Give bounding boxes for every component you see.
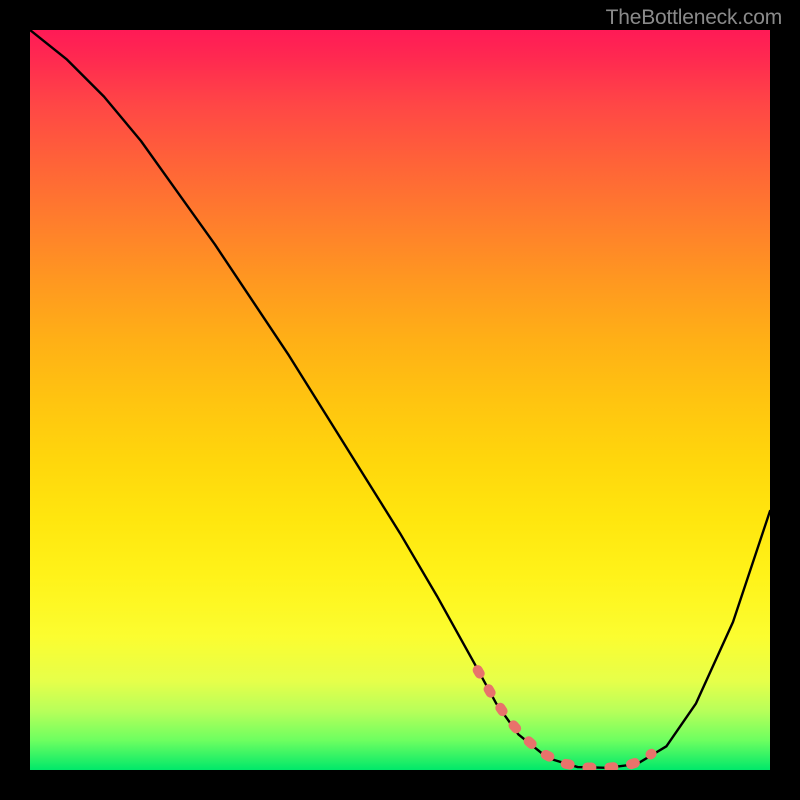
curve-overlay <box>30 30 770 770</box>
accent-highlight <box>478 670 652 768</box>
bottleneck-curve <box>30 30 770 768</box>
watermark-text: TheBottleneck.com <box>606 6 782 30</box>
plot-area <box>30 30 770 770</box>
